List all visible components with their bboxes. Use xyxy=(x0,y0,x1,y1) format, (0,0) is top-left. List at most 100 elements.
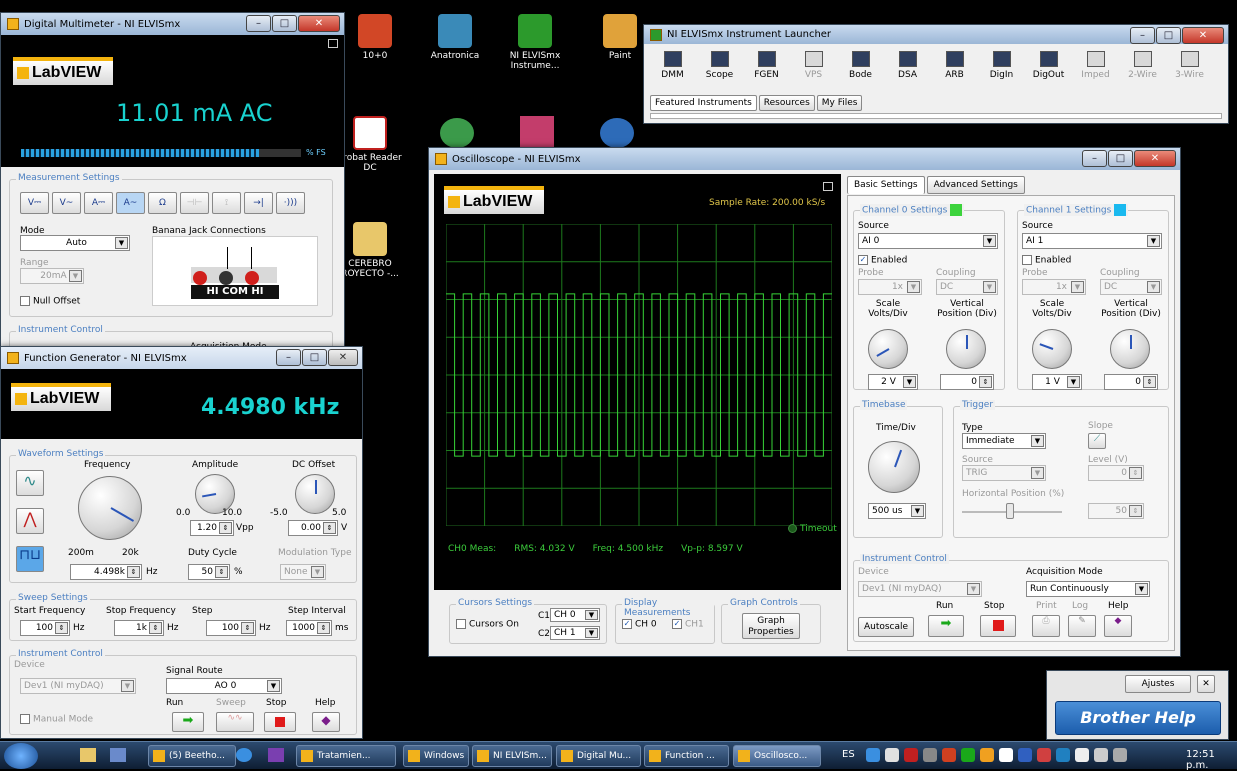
tab-advanced-settings[interactable]: Advanced Settings xyxy=(926,176,1025,194)
hpos-slider-thumb[interactable] xyxy=(1006,503,1014,519)
dmm-mode-button[interactable]: ⟟ xyxy=(212,192,241,214)
autoscale-button[interactable]: Autoscale xyxy=(858,617,914,637)
run-button[interactable]: ➡ xyxy=(928,615,964,637)
ch1-measure-checkbox[interactable]: ✓ CH1 xyxy=(672,619,704,630)
null-offset-checkbox[interactable]: Null Offset xyxy=(20,296,80,307)
dmm-title-bar[interactable]: Digital Multimeter - NI ELVISmx – □ ✕ xyxy=(1,13,344,35)
close-icon[interactable]: ✕ xyxy=(298,15,340,32)
taskbar-item[interactable]: Windows ... xyxy=(403,745,469,767)
mod-type-select[interactable]: None ▼ xyxy=(280,564,326,580)
tray-icon[interactable] xyxy=(866,748,880,762)
scope-title-bar[interactable]: Oscilloscope - NI ELVISmx – □ ✕ xyxy=(429,148,1180,170)
range-select[interactable]: 20mA ▼ xyxy=(20,268,84,284)
close-icon[interactable]: ✕ xyxy=(1197,675,1215,693)
instrument-bode-button[interactable]: Bode xyxy=(838,49,883,87)
signal-route-select[interactable]: AO 0 ▼ xyxy=(166,678,282,694)
square-wave-button[interactable]: ⊓⊔ xyxy=(16,546,44,572)
close-icon[interactable]: ✕ xyxy=(328,349,358,366)
tab-my-files[interactable]: My Files xyxy=(816,95,863,111)
mode-select[interactable]: Auto ▼ xyxy=(20,235,130,251)
instrument-digin-button[interactable]: DigIn xyxy=(979,49,1024,87)
amplitude-input[interactable]: 1.20 ⇕ xyxy=(190,520,234,536)
explorer-icon[interactable] xyxy=(80,748,96,762)
maximize-icon[interactable]: □ xyxy=(302,349,327,366)
detach-icon[interactable] xyxy=(328,39,338,48)
tab-resources[interactable]: Resources xyxy=(758,95,815,111)
ch1-enabled-checkbox[interactable]: Enabled xyxy=(1022,255,1071,266)
instrument-dsa-button[interactable]: DSA xyxy=(885,49,930,87)
tray-icon[interactable] xyxy=(942,748,956,762)
taskbar-item[interactable]: Function ... xyxy=(644,745,729,767)
tray-icon[interactable] xyxy=(980,748,994,762)
graph-properties-button[interactable]: Graph Properties xyxy=(742,613,800,639)
maximize-icon[interactable]: □ xyxy=(272,15,297,32)
maximize-icon[interactable]: □ xyxy=(1156,27,1181,44)
tab-basic-settings[interactable]: Basic Settings xyxy=(847,176,925,194)
dmm-mode-button[interactable]: ·))) xyxy=(276,192,305,214)
minimize-icon[interactable]: – xyxy=(246,15,271,32)
dc-offset-input[interactable]: 0.00 ⇕ xyxy=(288,520,338,536)
help-button[interactable]: ◆ xyxy=(1104,615,1132,637)
tray-icon[interactable] xyxy=(904,748,918,762)
tray-icon[interactable] xyxy=(1037,748,1051,762)
stepper-icon[interactable]: ⇕ xyxy=(55,622,68,634)
stepper-icon[interactable]: ⇕ xyxy=(219,522,232,534)
instrument-3-wire-button[interactable]: 3-Wire xyxy=(1167,49,1212,87)
triangle-wave-button[interactable]: ⋀ xyxy=(16,508,44,534)
taskbar-item[interactable]: Digital Mu... xyxy=(556,745,641,767)
stop-button[interactable] xyxy=(980,615,1016,637)
minimize-icon[interactable]: – xyxy=(1130,27,1155,44)
dc-offset-knob[interactable] xyxy=(295,474,335,514)
instrument-scope-button[interactable]: Scope xyxy=(697,49,742,87)
brother-help-button[interactable]: Brother Help xyxy=(1055,701,1221,735)
sine-wave-button[interactable]: ∿ xyxy=(16,470,44,496)
dmm-mode-button[interactable]: A~ xyxy=(116,192,145,214)
ch0-measure-checkbox[interactable]: ✓ CH 0 xyxy=(622,619,657,630)
stepper-icon[interactable]: ⇕ xyxy=(241,622,254,634)
device-select[interactable]: Dev1 (NI myDAQ) ▼ xyxy=(858,581,982,597)
ch0-vpos-input[interactable]: 0 ⇕ xyxy=(940,374,994,390)
start-button[interactable] xyxy=(4,743,38,769)
desktop-icon-acrobat[interactable]: crobat Reader DC xyxy=(336,116,404,173)
language-indicator[interactable]: ES xyxy=(842,749,855,760)
ch0-vpos-knob[interactable] xyxy=(946,329,986,369)
stepper-icon[interactable]: ⇕ xyxy=(149,622,162,634)
frequency-knob[interactable] xyxy=(78,476,142,540)
desktop-icon-anatronica[interactable]: Anatronica xyxy=(420,14,490,61)
taskbar-item[interactable]: NI ELVISm... xyxy=(472,745,552,767)
tray-icon[interactable] xyxy=(1018,748,1032,762)
dmm-mode-button[interactable]: V~ xyxy=(52,192,81,214)
ch0-enabled-checkbox[interactable]: ✓ Enabled xyxy=(858,255,907,266)
instrument-dmm-button[interactable]: DMM xyxy=(650,49,695,87)
stepper-icon[interactable]: ⇕ xyxy=(979,376,992,388)
ch1-vpos-input[interactable]: 0 ⇕ xyxy=(1104,374,1158,390)
taskbar-item[interactable]: Tratamien... xyxy=(296,745,396,767)
tray-icon[interactable] xyxy=(885,748,899,762)
log-button[interactable]: ✎ xyxy=(1068,615,1096,637)
dmm-mode-button[interactable]: A⎓ xyxy=(84,192,113,214)
pinned-app-icon[interactable] xyxy=(110,748,126,762)
minimize-icon[interactable]: – xyxy=(1082,150,1107,167)
hpos-input[interactable]: 50 ⇕ xyxy=(1088,503,1144,519)
step-input[interactable]: 100 ⇕ xyxy=(206,620,256,636)
close-icon[interactable]: ✕ xyxy=(1182,27,1224,44)
ch0-probe-select[interactable]: 1x ▼ xyxy=(858,279,922,295)
dmm-mode-button[interactable]: V⎓ xyxy=(20,192,49,214)
ch1-scale-knob[interactable] xyxy=(1032,329,1072,369)
sweep-button[interactable]: ∿∿ xyxy=(216,712,254,732)
tray-icon[interactable] xyxy=(1094,748,1108,762)
c1-select[interactable]: CH 0 ▼ xyxy=(550,608,600,622)
detach-icon[interactable] xyxy=(823,182,833,191)
step-interval-input[interactable]: 1000 ⇕ xyxy=(286,620,332,636)
ch1-vpos-knob[interactable] xyxy=(1110,329,1150,369)
timebase-knob[interactable] xyxy=(868,441,920,493)
device-select[interactable]: Dev1 (NI myDAQ) ▼ xyxy=(20,678,136,694)
ch0-source-select[interactable]: AI 0 ▼ xyxy=(858,233,998,249)
stepper-icon[interactable]: ⇕ xyxy=(127,566,140,578)
frequency-input[interactable]: 4.498k ⇕ xyxy=(70,564,142,580)
tray-icon[interactable] xyxy=(1113,748,1127,762)
ajustes-button[interactable]: Ajustes xyxy=(1125,675,1191,693)
stop-freq-input[interactable]: 1k ⇕ xyxy=(114,620,164,636)
desktop-icon-partial[interactable] xyxy=(600,118,634,148)
instrument-2-wire-button[interactable]: 2-Wire xyxy=(1120,49,1165,87)
